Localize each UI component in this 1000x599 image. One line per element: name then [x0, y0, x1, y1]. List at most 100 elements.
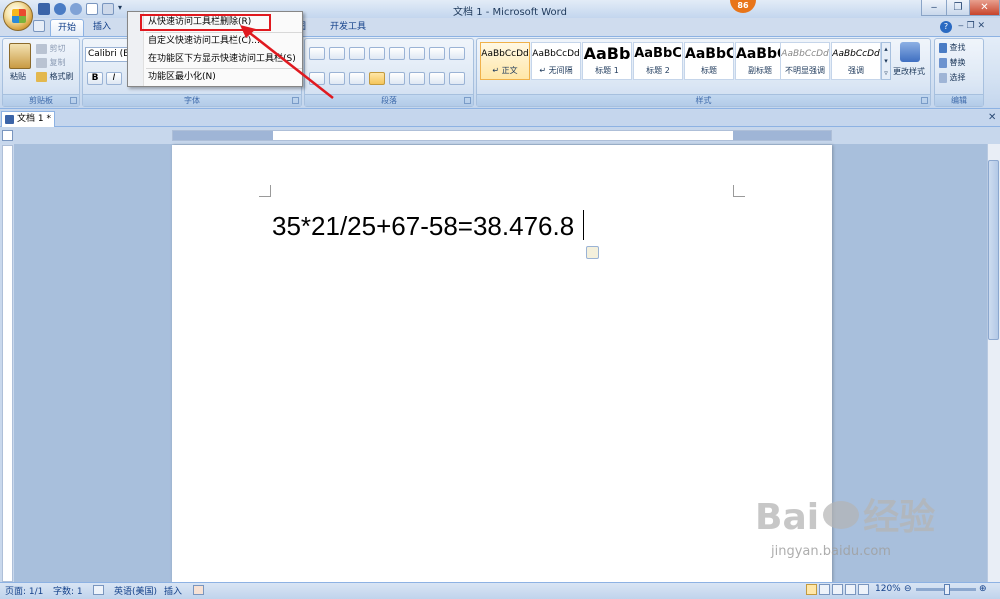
scrollbar-thumb[interactable]: [988, 160, 999, 340]
maximize-button[interactable]: ❐: [946, 0, 970, 16]
margin-corner: [259, 185, 271, 197]
paste-options-icon[interactable]: [586, 246, 599, 259]
select-label: 选择: [949, 73, 966, 82]
cut-label: 剪切: [49, 44, 66, 53]
paragraph-launcher-icon[interactable]: [464, 97, 471, 104]
group-label-clipboard: 剪贴板: [3, 94, 79, 106]
styles-launcher-icon[interactable]: [921, 97, 928, 104]
status-page[interactable]: 页面: 1/1: [5, 584, 43, 597]
spelling-check-icon[interactable]: [93, 585, 104, 595]
full-screen-view-icon[interactable]: [819, 584, 830, 595]
style-name: ↵ 无间隔: [539, 66, 573, 75]
document-text[interactable]: 35*21/25+67-58=38.476.8: [272, 211, 574, 242]
copy-icon: [36, 57, 47, 68]
line-spacing-icon[interactable]: [409, 72, 425, 85]
style-name: 强调: [848, 66, 864, 75]
shading-icon[interactable]: [429, 72, 445, 85]
style-heading-2[interactable]: AaBbC 标题 2: [633, 42, 683, 80]
style-preview: AaBbCcDd: [781, 49, 829, 59]
style-heading-1[interactable]: AaBb 标题 1: [582, 42, 632, 80]
print-layout-view-icon[interactable]: [806, 584, 817, 595]
text-caret: [583, 210, 584, 240]
document-tab-bar: [0, 110, 1000, 127]
status-language[interactable]: 英语(美国): [114, 584, 157, 597]
close-button[interactable]: ✕: [969, 0, 1000, 16]
copy-button[interactable]: 复制: [36, 57, 66, 68]
watermark-brand: Bai 经验: [755, 488, 935, 540]
align-right-icon[interactable]: [349, 72, 365, 85]
find-button[interactable]: 查找: [939, 42, 966, 53]
style-title[interactable]: AaBbC 标题: [684, 42, 734, 80]
borders-icon[interactable]: [449, 72, 465, 85]
web-layout-view-icon[interactable]: [832, 584, 843, 595]
show-marks-icon[interactable]: [449, 47, 465, 60]
format-painter-label: 格式刷: [49, 72, 74, 81]
zoom-level[interactable]: 120%: [875, 584, 901, 594]
close-document-icon[interactable]: ✕: [988, 112, 996, 123]
outline-view-icon[interactable]: [845, 584, 856, 595]
ribbon-window-controls[interactable]: ‒ ❐ ✕: [958, 21, 985, 31]
change-styles-button[interactable]: 更改样式: [893, 66, 925, 77]
style-normal[interactable]: AaBbCcDd ↵ 正文: [480, 42, 530, 80]
undo-icon[interactable]: [54, 3, 66, 15]
document-tab[interactable]: 文档 1 *: [1, 111, 55, 127]
replace-button[interactable]: 替换: [939, 57, 966, 68]
draft-view-icon[interactable]: [858, 584, 869, 595]
distributed-icon[interactable]: [389, 72, 405, 85]
vertical-ruler[interactable]: [2, 145, 13, 582]
print-preview-icon[interactable]: [102, 3, 114, 15]
multilevel-list-icon[interactable]: [349, 47, 365, 60]
macro-record-icon[interactable]: [193, 585, 204, 595]
style-preview: AaBbCcDd: [832, 49, 880, 59]
style-subtle-emphasis[interactable]: AaBbCcDd 不明显强调: [780, 42, 830, 80]
cut-button[interactable]: 剪切: [36, 43, 66, 54]
change-styles-icon[interactable]: [900, 42, 920, 62]
baidu-watermark: Bai 经验 jingyan.baidu.com: [755, 488, 945, 578]
style-name: 不明显强调: [785, 66, 825, 75]
document-tab-label: 文档 1 *: [17, 114, 51, 124]
styles-scroll[interactable]: ▴ ▾ ▿: [881, 42, 891, 80]
style-name: 副标题: [748, 66, 772, 75]
style-name: 标题 2: [646, 66, 670, 75]
qat-customize-icon[interactable]: [33, 20, 45, 32]
office-button[interactable]: [3, 1, 33, 31]
group-editing: 查找 替换 选择 编辑: [934, 38, 984, 107]
zoom-in-icon[interactable]: ⊕: [979, 584, 987, 594]
italic-icon[interactable]: I: [106, 72, 122, 85]
style-emphasis[interactable]: AaBbCcDd 强调: [831, 42, 881, 80]
style-subtitle[interactable]: AaBbC 副标题: [735, 42, 785, 80]
paste-button[interactable]: 粘贴: [10, 71, 26, 82]
qat-dropdown-icon[interactable]: ▾: [118, 3, 126, 15]
font-name-combobox[interactable]: Calibri (E: [85, 47, 129, 62]
tab-insert[interactable]: 插入: [86, 19, 118, 36]
style-no-spacing[interactable]: AaBbCcDd ↵ 无间隔: [531, 42, 581, 80]
sort-icon[interactable]: [429, 47, 445, 60]
replace-icon: [939, 57, 947, 68]
horizontal-ruler[interactable]: [172, 130, 832, 141]
increase-indent-icon[interactable]: [389, 47, 405, 60]
format-painter-button[interactable]: 格式刷: [36, 71, 74, 82]
save-icon[interactable]: [38, 3, 50, 15]
redo-icon[interactable]: [70, 3, 82, 15]
chinese-layout-icon[interactable]: [409, 47, 425, 60]
select-button[interactable]: 选择: [939, 72, 966, 83]
paste-icon[interactable]: [9, 43, 31, 69]
ruler-margin-left: [173, 131, 273, 140]
clipboard-launcher-icon[interactable]: [70, 97, 77, 104]
quick-access-toolbar: ▾: [38, 3, 126, 16]
watermark-url: jingyan.baidu.com: [771, 544, 891, 559]
bold-icon[interactable]: B: [87, 72, 103, 85]
status-word-count[interactable]: 字数: 1: [53, 584, 83, 597]
tab-home[interactable]: 开始: [50, 19, 85, 36]
status-insert-mode[interactable]: 插入: [164, 584, 182, 597]
zoom-out-icon[interactable]: ⊖: [904, 584, 912, 594]
zoom-slider-thumb[interactable]: [944, 584, 950, 595]
watermark-suffix: 经验: [863, 497, 936, 538]
new-document-icon[interactable]: [86, 3, 98, 15]
justify-icon[interactable]: [369, 72, 385, 85]
help-icon[interactable]: ?: [940, 21, 952, 33]
minimize-button[interactable]: ‒: [921, 0, 947, 16]
replace-label: 替换: [949, 58, 966, 67]
tab-selector-icon[interactable]: [2, 130, 13, 141]
decrease-indent-icon[interactable]: [369, 47, 385, 60]
